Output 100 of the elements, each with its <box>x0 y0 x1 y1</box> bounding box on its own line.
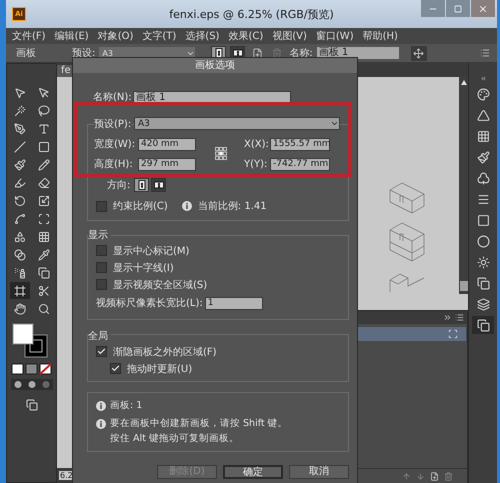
checkbox-label: 显示视频安全区域(S) <box>113 278 208 292</box>
checkbox[interactable] <box>96 346 107 357</box>
copy-icon <box>26 398 38 410</box>
checkbox[interactable] <box>96 200 107 212</box>
maximize-icon <box>454 4 462 12</box>
marker-icon <box>14 176 26 188</box>
info-icon <box>182 201 192 211</box>
trash-icon <box>444 472 453 480</box>
frame-tool[interactable] <box>10 282 30 299</box>
sun-icon <box>476 256 490 268</box>
pointer-icon <box>14 86 26 98</box>
close-icon <box>478 4 488 14</box>
checkbox-label: 显示十字线(I) <box>113 262 174 274</box>
rotate-icon <box>14 194 26 206</box>
club-icon <box>476 172 490 184</box>
menu-item[interactable]: 效果(C) <box>228 29 264 43</box>
window-title: fenxi.eps @ 6.25% (RGB/预览) <box>169 6 334 22</box>
group-title: 显示 <box>88 228 111 242</box>
checkbox-label: 约束比例(C) <box>113 200 168 213</box>
checkbox[interactable] <box>110 363 121 374</box>
chevron-down-icon <box>330 119 339 128</box>
artboard-icon <box>448 329 458 339</box>
maximize-button[interactable] <box>446 0 470 17</box>
menu-item[interactable]: 视图(V) <box>272 29 307 43</box>
layers-icon <box>476 298 490 310</box>
landscape-button[interactable] <box>151 178 166 192</box>
preset-dropdown[interactable]: A3 <box>134 117 340 130</box>
lasso-icon <box>38 104 50 116</box>
circle-icon <box>476 234 490 248</box>
chevrons-right-icon <box>443 313 452 322</box>
move-button[interactable] <box>410 46 427 60</box>
checkbox-label: 渐隐画板之外的区域(F) <box>113 346 217 358</box>
menu-item[interactable]: 文件(F) <box>12 29 46 43</box>
checkbox-label: 显示中心标记(M) <box>113 244 190 258</box>
search-icon <box>38 302 50 314</box>
type-icon <box>38 122 50 134</box>
trash-icon <box>272 48 282 58</box>
field-label: X(X): <box>244 138 270 150</box>
menu-item[interactable]: 编辑(E) <box>54 29 89 43</box>
input-field[interactable]: 1 <box>204 296 263 310</box>
input-field[interactable]: 297 mm <box>138 158 196 170</box>
field-label: 名称(N): <box>93 91 131 104</box>
menu-item[interactable]: 窗口(W) <box>316 29 354 43</box>
checkbox[interactable] <box>96 245 107 256</box>
menu-icon <box>455 313 464 322</box>
square-icon <box>476 214 490 226</box>
scroll-thumb[interactable] <box>460 281 468 291</box>
menu-item[interactable]: 文字(T) <box>142 29 176 43</box>
menu-item[interactable]: 帮助(H) <box>362 29 398 43</box>
checkbox[interactable] <box>96 262 107 273</box>
curve-icon <box>14 212 26 224</box>
dialog-button[interactable]: 取消 <box>289 465 349 479</box>
field-label: 预设(P): <box>94 117 132 131</box>
wand-icon <box>14 104 26 116</box>
chevrons-left-icon <box>480 75 486 82</box>
panel-label: 画板 <box>16 46 37 60</box>
brush-icon <box>476 150 490 164</box>
portrait-page-icon <box>136 180 147 190</box>
eraser-icon <box>38 176 50 188</box>
move-icon <box>413 48 424 58</box>
checkbox-label: 拖动时更新(U) <box>127 362 192 376</box>
portrait-button[interactable] <box>134 178 150 192</box>
pointer-icon <box>38 86 50 98</box>
menu-item[interactable]: 选择(S) <box>185 29 220 43</box>
reference-point-icon[interactable] <box>215 147 227 161</box>
grid-icon <box>38 230 50 242</box>
color-mode-icons[interactable] <box>10 363 52 375</box>
dialog-title: 画板选项 <box>73 58 357 73</box>
new-page-icon <box>252 48 263 58</box>
draw-mode-icons[interactable] <box>10 379 52 390</box>
eyedropper-icon <box>38 248 50 260</box>
checkbox[interactable] <box>96 279 107 290</box>
frame-corners-icon <box>38 212 50 224</box>
frame-icon <box>14 284 26 296</box>
name-field[interactable]: 画板 1 <box>316 47 399 59</box>
arrow-up-icon <box>402 472 411 480</box>
scale-icon <box>38 194 50 206</box>
field-label: 视频标尺像素长宽比(L): <box>96 296 203 310</box>
info-text: 画板: 1 <box>110 399 142 413</box>
input-field[interactable]: -742.77 mm <box>270 158 330 170</box>
scissors-icon <box>38 284 50 296</box>
copy-icon <box>38 266 50 278</box>
hand-icon <box>14 302 26 314</box>
field-label: 宽度(W): <box>94 138 136 151</box>
dialog-button[interactable]: 确定 <box>223 465 283 479</box>
field-label: Y(Y): <box>244 158 268 170</box>
arrow-down-icon <box>416 472 425 480</box>
scrollbar[interactable] <box>459 77 468 294</box>
input-field[interactable]: 420 mm <box>138 138 196 150</box>
menu-icon <box>476 192 490 206</box>
palette-icon <box>476 88 490 100</box>
field-label: 方向: <box>107 178 130 192</box>
copy-panel-button[interactable] <box>472 316 494 334</box>
new-page-icon <box>430 472 439 480</box>
pen-icon <box>14 122 26 134</box>
group-title: 全局 <box>88 329 111 343</box>
menu-icon <box>480 48 490 58</box>
menu-item[interactable]: 对象(O) <box>98 29 134 43</box>
name-field[interactable]: 画板 1 <box>133 90 291 104</box>
triangle-icon <box>476 108 490 122</box>
